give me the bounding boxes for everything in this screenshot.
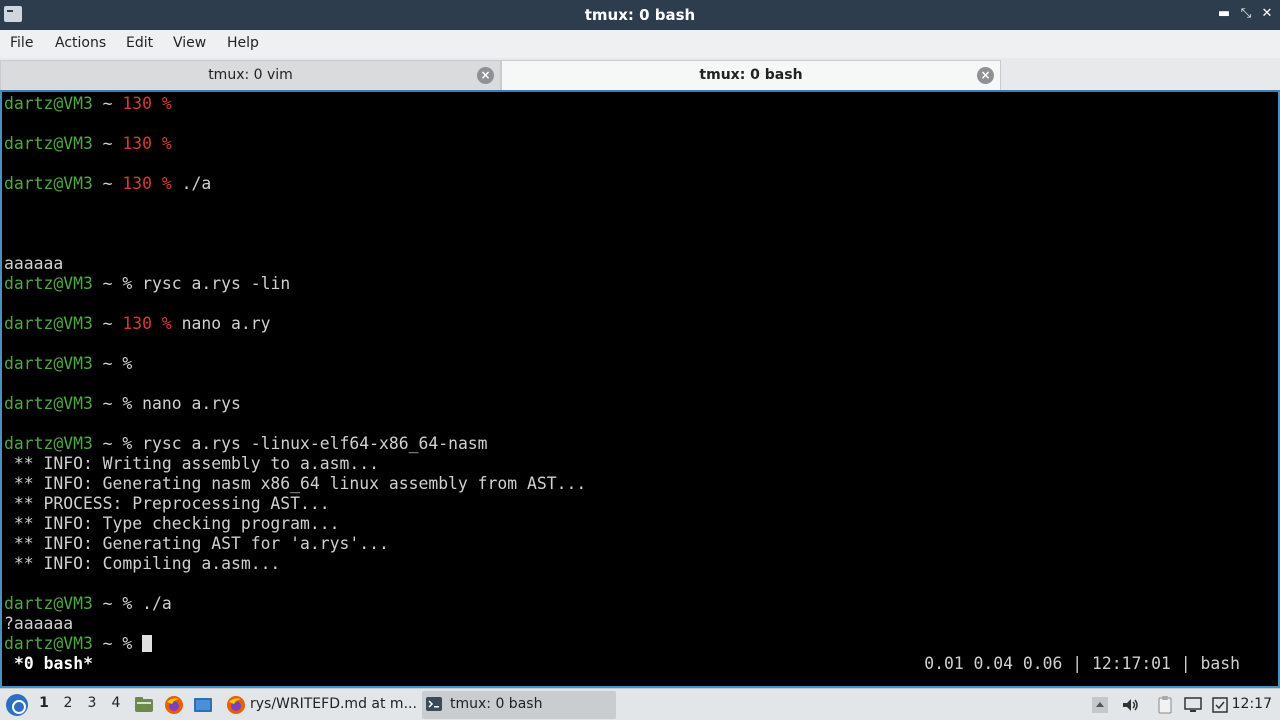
menu-bar: File Actions Edit View Help — [0, 30, 1280, 58]
terminal-line: dartz@VM3 ~ % — [4, 354, 133, 373]
minimize-button[interactable]: ▬ — [1216, 6, 1232, 22]
tab-bash[interactable]: tmux: 0 bash × — [501, 60, 1001, 90]
close-tab-icon[interactable]: × — [477, 67, 494, 84]
tab-label: tmux: 0 vim — [208, 67, 293, 83]
workspace-3[interactable]: 3 — [84, 695, 100, 711]
start-menu-icon[interactable] — [6, 694, 28, 716]
terminal-prompt-current: dartz@VM3 ~ % — [4, 634, 153, 654]
terminal-line: dartz@VM3 ~ % nano a.rys — [4, 394, 241, 413]
notification-icon[interactable] — [1210, 695, 1230, 715]
menu-file[interactable]: File — [10, 34, 33, 52]
terminal-line: dartz@VM3 ~ % ./a — [4, 594, 172, 613]
network-icon[interactable] — [1183, 695, 1203, 715]
task-label: tmux: 0 bash — [450, 696, 543, 712]
taskbar: 1 2 3 4 rys/WRITEFD.md at m... tmux: 0 b… — [0, 688, 1280, 720]
task-terminal[interactable]: tmux: 0 bash — [422, 691, 616, 719]
terminal-line: dartz@VM3 ~ 130 % — [4, 134, 172, 153]
terminal-line: dartz@VM3 ~ % rysc a.rys -linux-elf64-x8… — [4, 434, 488, 453]
terminal-area[interactable]: dartz@VM3 ~ 130 % dartz@VM3 ~ 130 % dart… — [0, 90, 1280, 688]
tmux-status-info: 0.01 0.04 0.06 | 12:17:01 | bash — [924, 654, 1240, 673]
clipboard-icon[interactable] — [1155, 695, 1175, 715]
menu-help[interactable]: Help — [227, 34, 259, 52]
workspace-4[interactable]: 4 — [108, 695, 124, 711]
firefox-icon — [227, 696, 245, 714]
task-firefox[interactable]: rys/WRITEFD.md at m... — [222, 691, 418, 719]
terminal-output: ** INFO: Generating nasm x86_64 linux as… — [4, 474, 587, 493]
maximize-button[interactable]: ⤡ — [1238, 6, 1254, 22]
workspace-2[interactable]: 2 — [60, 695, 76, 711]
window-title: tmux: 0 bash — [584, 6, 696, 24]
file-manager-icon[interactable] — [134, 695, 154, 715]
menu-view[interactable]: View — [173, 34, 206, 52]
terminal-icon — [426, 697, 442, 711]
volume-icon[interactable] — [1120, 695, 1140, 715]
terminal-line: dartz@VM3 ~ % rysc a.rys -lin — [4, 274, 291, 293]
desktop-icon[interactable] — [193, 695, 213, 715]
workspace-1[interactable]: 1 — [36, 695, 52, 711]
close-tab-icon[interactable]: × — [977, 67, 994, 84]
title-bar: tmux: 0 bash ▬ ⤡ ✕ — [0, 0, 1280, 30]
menu-actions[interactable]: Actions — [55, 34, 106, 52]
task-label: rys/WRITEFD.md at m... — [250, 696, 417, 712]
terminal-output: ?aaaaaa — [4, 614, 74, 633]
terminal-output: ** INFO: Writing assembly to a.asm... — [4, 454, 379, 473]
terminal-output: ** INFO: Type checking program... — [4, 514, 340, 533]
terminal-line: dartz@VM3 ~ 130 % nano a.ry — [4, 314, 271, 333]
firefox-launcher-icon[interactable] — [164, 695, 184, 715]
terminal-line: dartz@VM3 ~ 130 % — [4, 94, 172, 113]
terminal-output: ** INFO: Compiling a.asm... — [4, 554, 281, 573]
terminal-output: ** PROCESS: Preprocessing AST... — [4, 494, 330, 513]
close-window-button[interactable]: ✕ — [1259, 6, 1275, 22]
tab-bar: tmux: 0 vim × tmux: 0 bash × — [0, 58, 1280, 90]
terminal-line: dartz@VM3 ~ 130 % ./a — [4, 174, 212, 193]
text-cursor — [142, 635, 153, 652]
tmux-window-list[interactable]: *0 bash* — [14, 654, 93, 674]
tray-arrow-icon[interactable] — [1090, 695, 1110, 715]
menu-edit[interactable]: Edit — [126, 34, 153, 52]
tab-label: tmux: 0 bash — [699, 67, 803, 83]
terminal-output: aaaaaa — [4, 254, 64, 273]
tab-vim[interactable]: tmux: 0 vim × — [0, 60, 501, 90]
terminal-output: ** INFO: Generating AST for 'a.rys'... — [4, 534, 389, 553]
taskbar-clock[interactable]: 12:17 — [1232, 696, 1272, 712]
